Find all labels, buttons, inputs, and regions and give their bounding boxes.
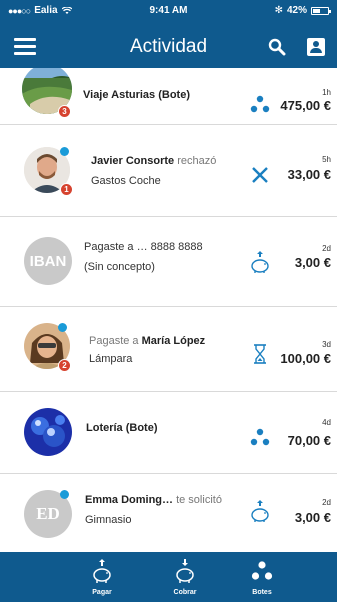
search-icon[interactable] bbox=[268, 38, 286, 56]
activity-concept: (Sin concepto) bbox=[84, 261, 155, 273]
activity-title: Emma Doming… te solicitó bbox=[85, 494, 222, 506]
activity-time: 1h bbox=[322, 88, 331, 97]
activity-list: 3 Viaje Asturias (Bote) 1h 475,00 € 1 Ja… bbox=[0, 68, 337, 552]
tab-pagar[interactable]: Pagar bbox=[72, 552, 132, 602]
activity-time: 3d bbox=[322, 340, 331, 349]
tab-label: Botes bbox=[252, 589, 272, 596]
activity-row[interactable]: 1 Javier Consorte rechazó Gastos Coche 5… bbox=[0, 125, 337, 217]
pay-piggy-icon bbox=[251, 500, 269, 522]
unread-dot bbox=[58, 323, 67, 332]
notification-badge: 2 bbox=[58, 359, 71, 372]
bote-dots-icon bbox=[250, 428, 270, 446]
pending-hourglass-icon bbox=[254, 344, 266, 364]
activity-amount: 3,00 € bbox=[294, 510, 331, 525]
avatar bbox=[24, 408, 72, 456]
activity-title: Viaje Asturias (Bote) bbox=[83, 89, 190, 101]
activity-title: Pagaste a María López bbox=[89, 335, 206, 347]
activity-title: Lotería (Bote) bbox=[86, 422, 158, 434]
contacts-icon[interactable] bbox=[307, 38, 325, 56]
activity-concept: Gastos Coche bbox=[91, 175, 161, 187]
activity-row[interactable]: ED Emma Doming… te solicitó Gimnasio 2d … bbox=[0, 474, 337, 552]
activity-time: 2d bbox=[322, 244, 331, 253]
activity-amount: 3,00 € bbox=[294, 255, 331, 270]
app-header: ●●●○○ Ealia 9:41 AM ✻ 42% Actividad bbox=[0, 0, 337, 76]
avatar: IBAN bbox=[24, 237, 72, 285]
activity-concept: Lámpara bbox=[89, 353, 133, 365]
activity-row[interactable]: Lotería (Bote) 4d 70,00 € bbox=[0, 392, 337, 474]
tab-label: Cobrar bbox=[173, 589, 197, 596]
notification-badge: 3 bbox=[58, 105, 71, 118]
tab-bar: Pagar Cobrar Botes bbox=[0, 552, 337, 602]
activity-amount: 100,00 € bbox=[280, 351, 331, 366]
bluetooth-icon: ✻ bbox=[274, 5, 283, 16]
charge-piggy-icon bbox=[176, 559, 194, 583]
activity-row[interactable]: IBAN Pagaste a … 8888 8888 (Sin concepto… bbox=[0, 217, 337, 307]
activity-time: 2d bbox=[322, 498, 331, 507]
rejected-x-icon bbox=[252, 167, 268, 183]
phone-screen: ●●●○○ Ealia 9:41 AM ✻ 42% Actividad 3 Vi… bbox=[0, 0, 337, 602]
pay-piggy-icon bbox=[251, 251, 269, 273]
bote-dots-icon bbox=[250, 95, 270, 113]
battery-label: 42% bbox=[286, 5, 307, 16]
unread-dot bbox=[60, 490, 69, 499]
nav-bar: Actividad bbox=[0, 28, 337, 68]
battery-icon bbox=[311, 6, 331, 15]
status-right: ✻ 42% bbox=[274, 5, 331, 16]
activity-row[interactable]: 2 Pagaste a María López Lámpara 3d 100,0… bbox=[0, 307, 337, 392]
pay-piggy-icon bbox=[93, 559, 111, 583]
tab-botes[interactable]: Botes bbox=[232, 552, 292, 602]
tab-cobrar[interactable]: Cobrar bbox=[155, 552, 215, 602]
activity-amount: 70,00 € bbox=[287, 433, 331, 448]
activity-concept: Gimnasio bbox=[85, 514, 132, 526]
botes-dots-icon bbox=[251, 561, 273, 580]
activity-title: Pagaste a … 8888 8888 bbox=[84, 241, 203, 253]
status-bar: ●●●○○ Ealia 9:41 AM ✻ 42% bbox=[0, 0, 337, 20]
activity-title: Javier Consorte rechazó bbox=[91, 155, 217, 167]
page-title: Actividad bbox=[129, 36, 208, 57]
activity-row[interactable]: 3 Viaje Asturias (Bote) 1h 475,00 € bbox=[0, 68, 337, 125]
activity-amount: 33,00 € bbox=[287, 167, 331, 182]
unread-dot bbox=[60, 147, 69, 156]
activity-time: 5h bbox=[322, 155, 331, 164]
activity-amount: 475,00 € bbox=[280, 98, 331, 113]
tab-label: Pagar bbox=[92, 589, 112, 596]
notification-badge: 1 bbox=[60, 183, 73, 196]
activity-time: 4d bbox=[322, 418, 331, 427]
